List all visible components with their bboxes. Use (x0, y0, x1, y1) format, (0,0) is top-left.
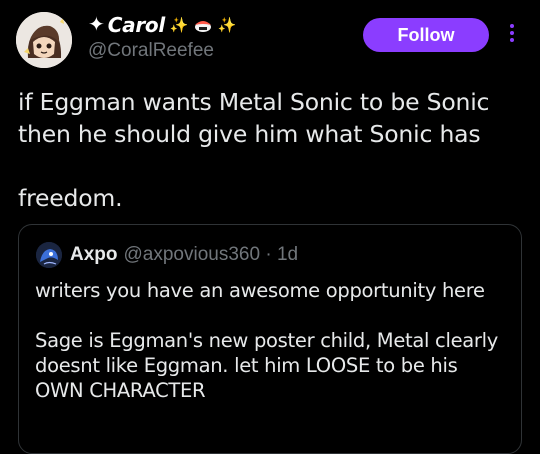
follow-button[interactable]: Follow (363, 18, 489, 52)
author-info: ✦ Carol ✨ ✨ @CoralReefee (88, 11, 236, 62)
author-handle[interactable]: @CoralReefee (88, 40, 236, 62)
author-avatar[interactable] (16, 12, 72, 68)
post-text-line: then he should give him what Sonic has (18, 120, 481, 148)
sushi-icon (193, 15, 213, 35)
quoted-text-line: doesnt like Eggman. let him LOOSE to be … (35, 354, 458, 377)
post-text-line: if Eggman wants Metal Sonic to be Sonic (18, 88, 490, 116)
more-vertical-icon[interactable] (505, 21, 519, 49)
display-name-row: ✦ Carol ✨ ✨ (88, 11, 236, 39)
sparkle-icon-2: ✨ (217, 16, 237, 34)
quoted-post-card[interactable]: Axpo @axpovious360 · 1d writers you have… (18, 224, 522, 454)
quoted-author-avatar[interactable] (36, 242, 62, 268)
separator-dot: · (260, 244, 277, 265)
quoted-post-time[interactable]: 1d (277, 244, 298, 266)
quoted-author-handle[interactable]: @axpovious360 (124, 244, 261, 266)
post-header: ✦ Carol ✨ ✨ @CoralReefee Follow (0, 0, 540, 80)
post-text-line: freedom. (18, 184, 123, 212)
avatar-icon (36, 242, 62, 268)
quoted-author-name[interactable]: Axpo (70, 244, 118, 266)
star-icon: ✦ (88, 14, 105, 36)
quoted-text-line: Sage is Eggman's new poster child, Metal… (35, 329, 498, 352)
quoted-text-line: writers you have an awesome opportunity … (35, 279, 485, 302)
quoted-text-line: OWN CHARACTER (35, 379, 206, 402)
quoted-post-header: Axpo @axpovious360 · 1d (36, 242, 298, 268)
sparkle-icon: ✨ (169, 16, 189, 34)
quoted-post-text: writers you have an awesome opportunity … (35, 278, 515, 403)
post-text: if Eggman wants Metal Sonic to be Sonic … (18, 86, 528, 214)
avatar-illustration-icon (16, 12, 72, 68)
display-name[interactable]: Carol (108, 13, 165, 37)
